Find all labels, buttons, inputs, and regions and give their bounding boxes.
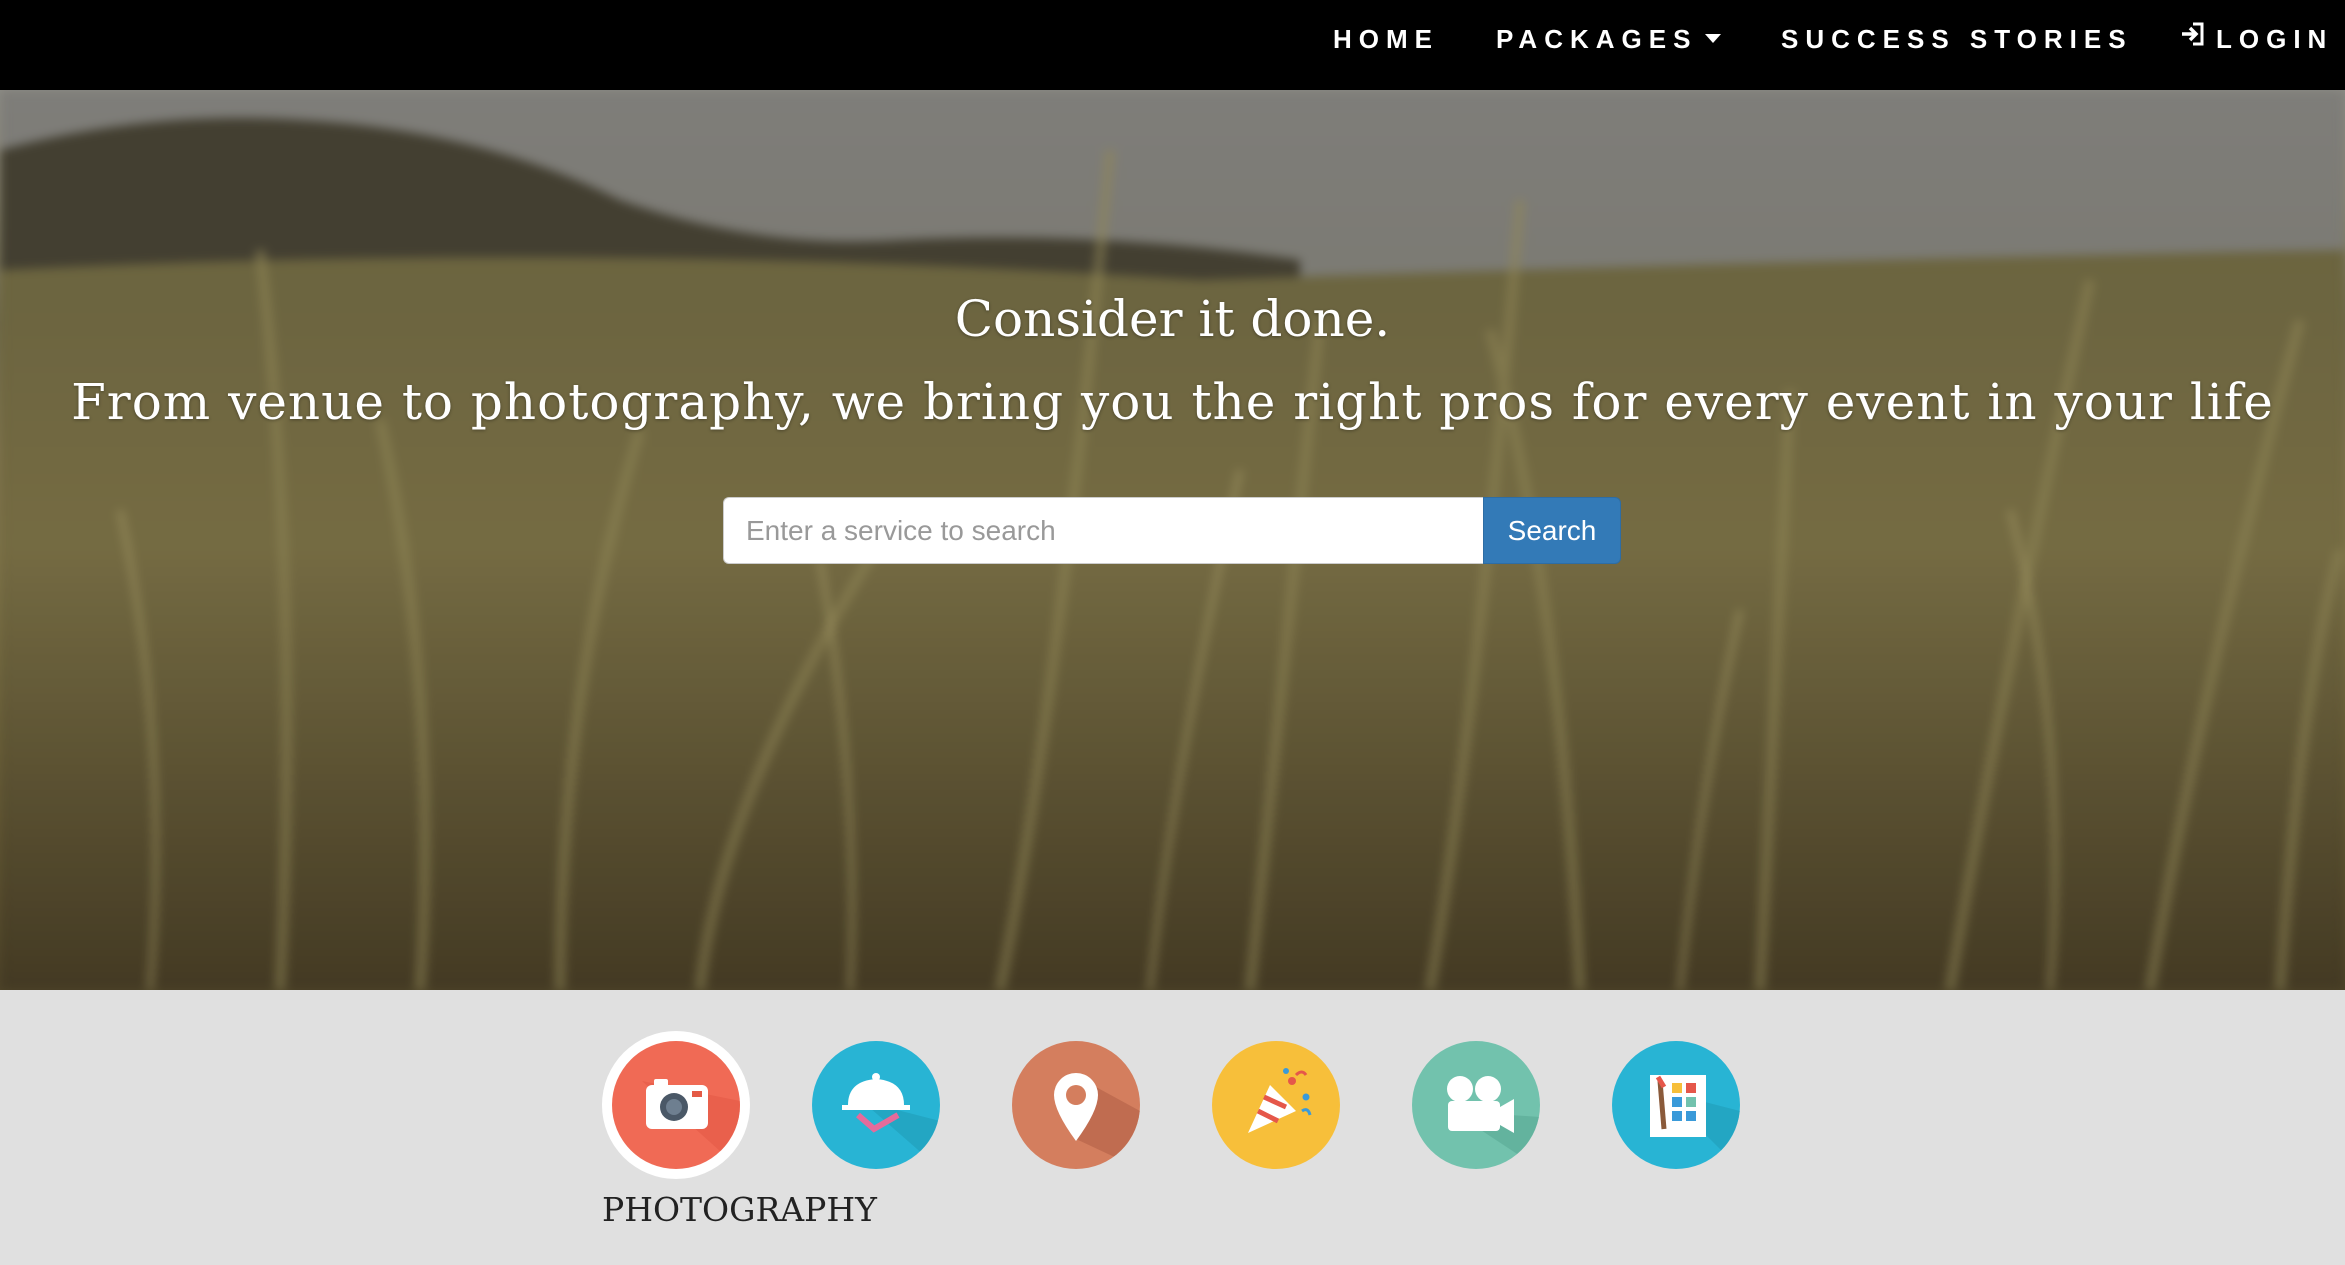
- nav-home-link[interactable]: HOME: [1333, 0, 1439, 78]
- map-pin-icon[interactable]: [1012, 1041, 1140, 1169]
- service-search-form: Search: [723, 497, 1621, 564]
- party-popper-icon[interactable]: [1212, 1041, 1340, 1169]
- hero-subtitle: From venue to photography, we bring you …: [71, 373, 2274, 431]
- nav-login-link[interactable]: LOGIN: [2180, 0, 2333, 78]
- service-categories: PHOTOGRAPHY: [0, 990, 2345, 1265]
- hero-banner: Consider it done. From venue to photogra…: [0, 90, 2345, 990]
- top-navbar: HOME PACKAGES SUCCESS STORIES LOGIN: [0, 0, 2345, 90]
- nav-packages-label: PACKAGES: [1496, 24, 1698, 54]
- nav-login-label: LOGIN: [2216, 24, 2334, 54]
- video-camera-icon[interactable]: [1412, 1041, 1540, 1169]
- hero-tagline: Consider it done.: [954, 290, 1391, 348]
- camera-icon: [612, 1041, 740, 1169]
- selected-service-label: PHOTOGRAPHY: [602, 1190, 877, 1229]
- cloche-icon[interactable]: [812, 1041, 940, 1169]
- palette-icon[interactable]: [1612, 1041, 1740, 1169]
- service-photography[interactable]: [602, 1031, 750, 1179]
- search-button[interactable]: Search: [1483, 497, 1621, 564]
- service-search-input[interactable]: [723, 497, 1483, 564]
- nav-success-stories-link[interactable]: SUCCESS STORIES: [1781, 0, 2133, 78]
- caret-down-icon: [1705, 33, 1722, 43]
- nav-packages-dropdown[interactable]: PACKAGES: [1496, 0, 1722, 78]
- login-icon: [2180, 0, 2206, 77]
